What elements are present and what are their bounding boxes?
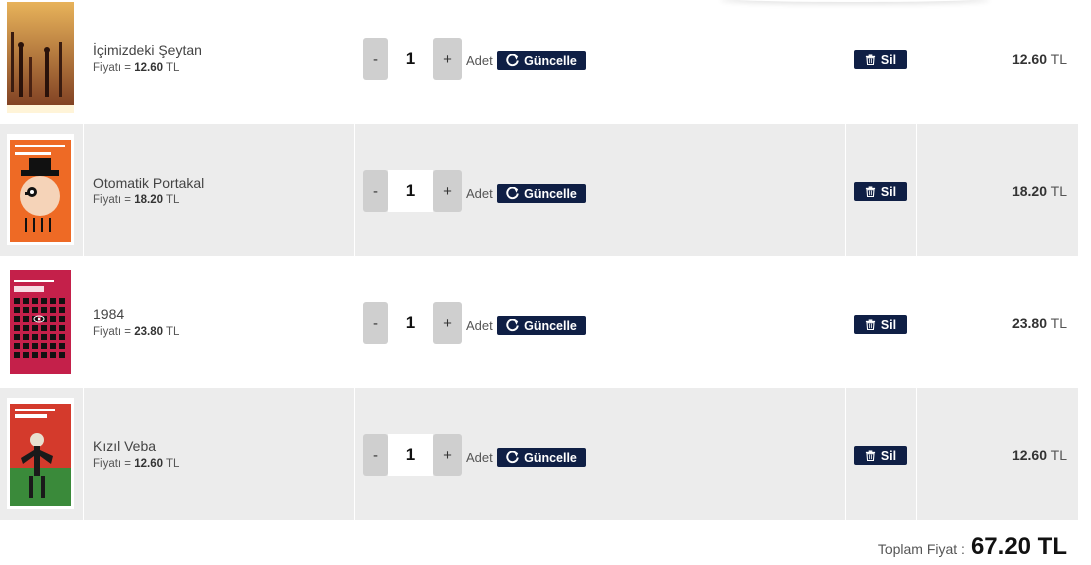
book-cover-image bbox=[7, 398, 74, 509]
column-divider bbox=[916, 388, 917, 520]
column-divider bbox=[83, 124, 84, 256]
trash-icon bbox=[865, 319, 875, 330]
line-total-value: 12.60 bbox=[1011, 447, 1048, 463]
update-button[interactable]: Güncelle bbox=[497, 184, 586, 203]
book-cover bbox=[7, 134, 74, 245]
price-currency: TL bbox=[166, 326, 180, 338]
update-label: Güncelle bbox=[524, 318, 577, 333]
column-divider bbox=[354, 388, 355, 520]
update-label: Güncelle bbox=[524, 186, 577, 201]
delete-button[interactable]: Sil bbox=[854, 446, 907, 465]
price-currency: TL bbox=[166, 194, 180, 206]
cart-row: İçimizdeki Şeytan Fiyatı = 12.60 TL - 1 … bbox=[0, 0, 1078, 124]
increase-button[interactable]: + bbox=[433, 434, 462, 476]
book-cover bbox=[7, 398, 74, 509]
line-total-value: 12.60 bbox=[1011, 51, 1048, 67]
book-cover-image bbox=[7, 134, 74, 245]
trash-icon bbox=[865, 186, 875, 197]
cart-row: Otomatik Portakal Fiyatı = 18.20 TL - 1 … bbox=[0, 124, 1078, 256]
line-total: 12.60 TL bbox=[1012, 447, 1067, 463]
price-prefix: Fiyatı = bbox=[93, 62, 132, 74]
refresh-icon bbox=[506, 187, 519, 200]
product-title[interactable]: Kızıl Veba bbox=[93, 438, 156, 454]
price-value: 12.60 bbox=[134, 62, 164, 74]
product-price: Fiyatı = 12.60 TL bbox=[93, 458, 179, 470]
decrease-button[interactable]: - bbox=[363, 38, 388, 80]
total-label: Toplam Fiyat : bbox=[877, 541, 965, 557]
product-price: Fiyatı = 12.60 TL bbox=[93, 62, 179, 74]
update-button[interactable]: Güncelle bbox=[497, 448, 586, 467]
decrease-button[interactable]: - bbox=[363, 302, 388, 344]
delete-button[interactable]: Sil bbox=[854, 182, 907, 201]
cart-total: Toplam Fiyat : 67.20 TL bbox=[878, 533, 1067, 561]
column-divider bbox=[845, 124, 846, 256]
update-label: Güncelle bbox=[524, 450, 577, 465]
book-cover bbox=[7, 2, 74, 113]
product-price: Fiyatı = 18.20 TL bbox=[93, 194, 179, 206]
line-total-value: 23.80 bbox=[1011, 315, 1048, 331]
price-prefix: Fiyatı = bbox=[93, 326, 132, 338]
line-total: 23.80 TL bbox=[1012, 315, 1067, 331]
book-cover-image bbox=[7, 2, 74, 113]
line-total: 18.20 TL bbox=[1012, 183, 1067, 199]
trash-icon bbox=[865, 54, 875, 65]
quantity-input[interactable]: 1 bbox=[388, 38, 433, 80]
line-total-currency: TL bbox=[1050, 51, 1067, 67]
delete-label: Sil bbox=[880, 184, 897, 199]
price-value: 23.80 bbox=[134, 326, 164, 338]
update-label: Güncelle bbox=[524, 53, 577, 68]
total-amount: 67.20 TL bbox=[970, 533, 1067, 560]
trash-icon bbox=[865, 450, 875, 461]
cart-row: 1984 Fiyatı = 23.80 TL - 1 + Adet Güncel… bbox=[0, 256, 1078, 388]
unit-label: Adet bbox=[466, 53, 493, 68]
line-total-value: 18.20 bbox=[1011, 183, 1048, 199]
column-divider bbox=[845, 388, 846, 520]
refresh-icon bbox=[506, 54, 519, 67]
quantity-stepper: - 1 + bbox=[363, 38, 463, 80]
line-total: 12.60 TL bbox=[1012, 51, 1067, 67]
book-cover-image bbox=[7, 266, 74, 377]
product-title[interactable]: 1984 bbox=[93, 306, 124, 322]
quantity-input[interactable]: 1 bbox=[388, 170, 433, 212]
refresh-icon bbox=[506, 451, 519, 464]
update-button[interactable]: Güncelle bbox=[497, 316, 586, 335]
decrease-button[interactable]: - bbox=[363, 434, 388, 476]
quantity-input[interactable]: 1 bbox=[388, 302, 433, 344]
update-button[interactable]: Güncelle bbox=[497, 51, 586, 70]
increase-button[interactable]: + bbox=[433, 38, 462, 80]
increase-button[interactable]: + bbox=[433, 170, 462, 212]
quantity-stepper: - 1 + bbox=[363, 170, 463, 212]
line-total-currency: TL bbox=[1050, 315, 1067, 331]
refresh-icon bbox=[506, 319, 519, 332]
unit-label: Adet bbox=[466, 450, 493, 465]
unit-label: Adet bbox=[466, 186, 493, 201]
column-divider bbox=[916, 124, 917, 256]
unit-label: Adet bbox=[466, 318, 493, 333]
column-divider bbox=[83, 388, 84, 520]
quantity-input[interactable]: 1 bbox=[388, 434, 433, 476]
quantity-stepper: - 1 + bbox=[363, 434, 463, 476]
line-total-currency: TL bbox=[1050, 183, 1067, 199]
price-prefix: Fiyatı = bbox=[93, 458, 132, 470]
product-title[interactable]: Otomatik Portakal bbox=[93, 175, 204, 191]
cart-row: Kızıl Veba Fiyatı = 12.60 TL - 1 + Adet … bbox=[0, 388, 1078, 520]
delete-label: Sil bbox=[880, 317, 897, 332]
decrease-button[interactable]: - bbox=[363, 170, 388, 212]
price-currency: TL bbox=[166, 62, 180, 74]
product-title[interactable]: İçimizdeki Şeytan bbox=[93, 42, 202, 58]
line-total-currency: TL bbox=[1050, 447, 1067, 463]
price-prefix: Fiyatı = bbox=[93, 194, 132, 206]
delete-label: Sil bbox=[880, 52, 897, 67]
price-currency: TL bbox=[166, 458, 180, 470]
product-price: Fiyatı = 23.80 TL bbox=[93, 326, 179, 338]
price-value: 18.20 bbox=[134, 194, 164, 206]
quantity-stepper: - 1 + bbox=[363, 302, 463, 344]
increase-button[interactable]: + bbox=[433, 302, 462, 344]
delete-button[interactable]: Sil bbox=[854, 315, 907, 334]
delete-label: Sil bbox=[880, 448, 897, 463]
price-value: 12.60 bbox=[134, 458, 164, 470]
book-cover bbox=[7, 266, 74, 377]
delete-button[interactable]: Sil bbox=[854, 50, 907, 69]
column-divider bbox=[354, 124, 355, 256]
